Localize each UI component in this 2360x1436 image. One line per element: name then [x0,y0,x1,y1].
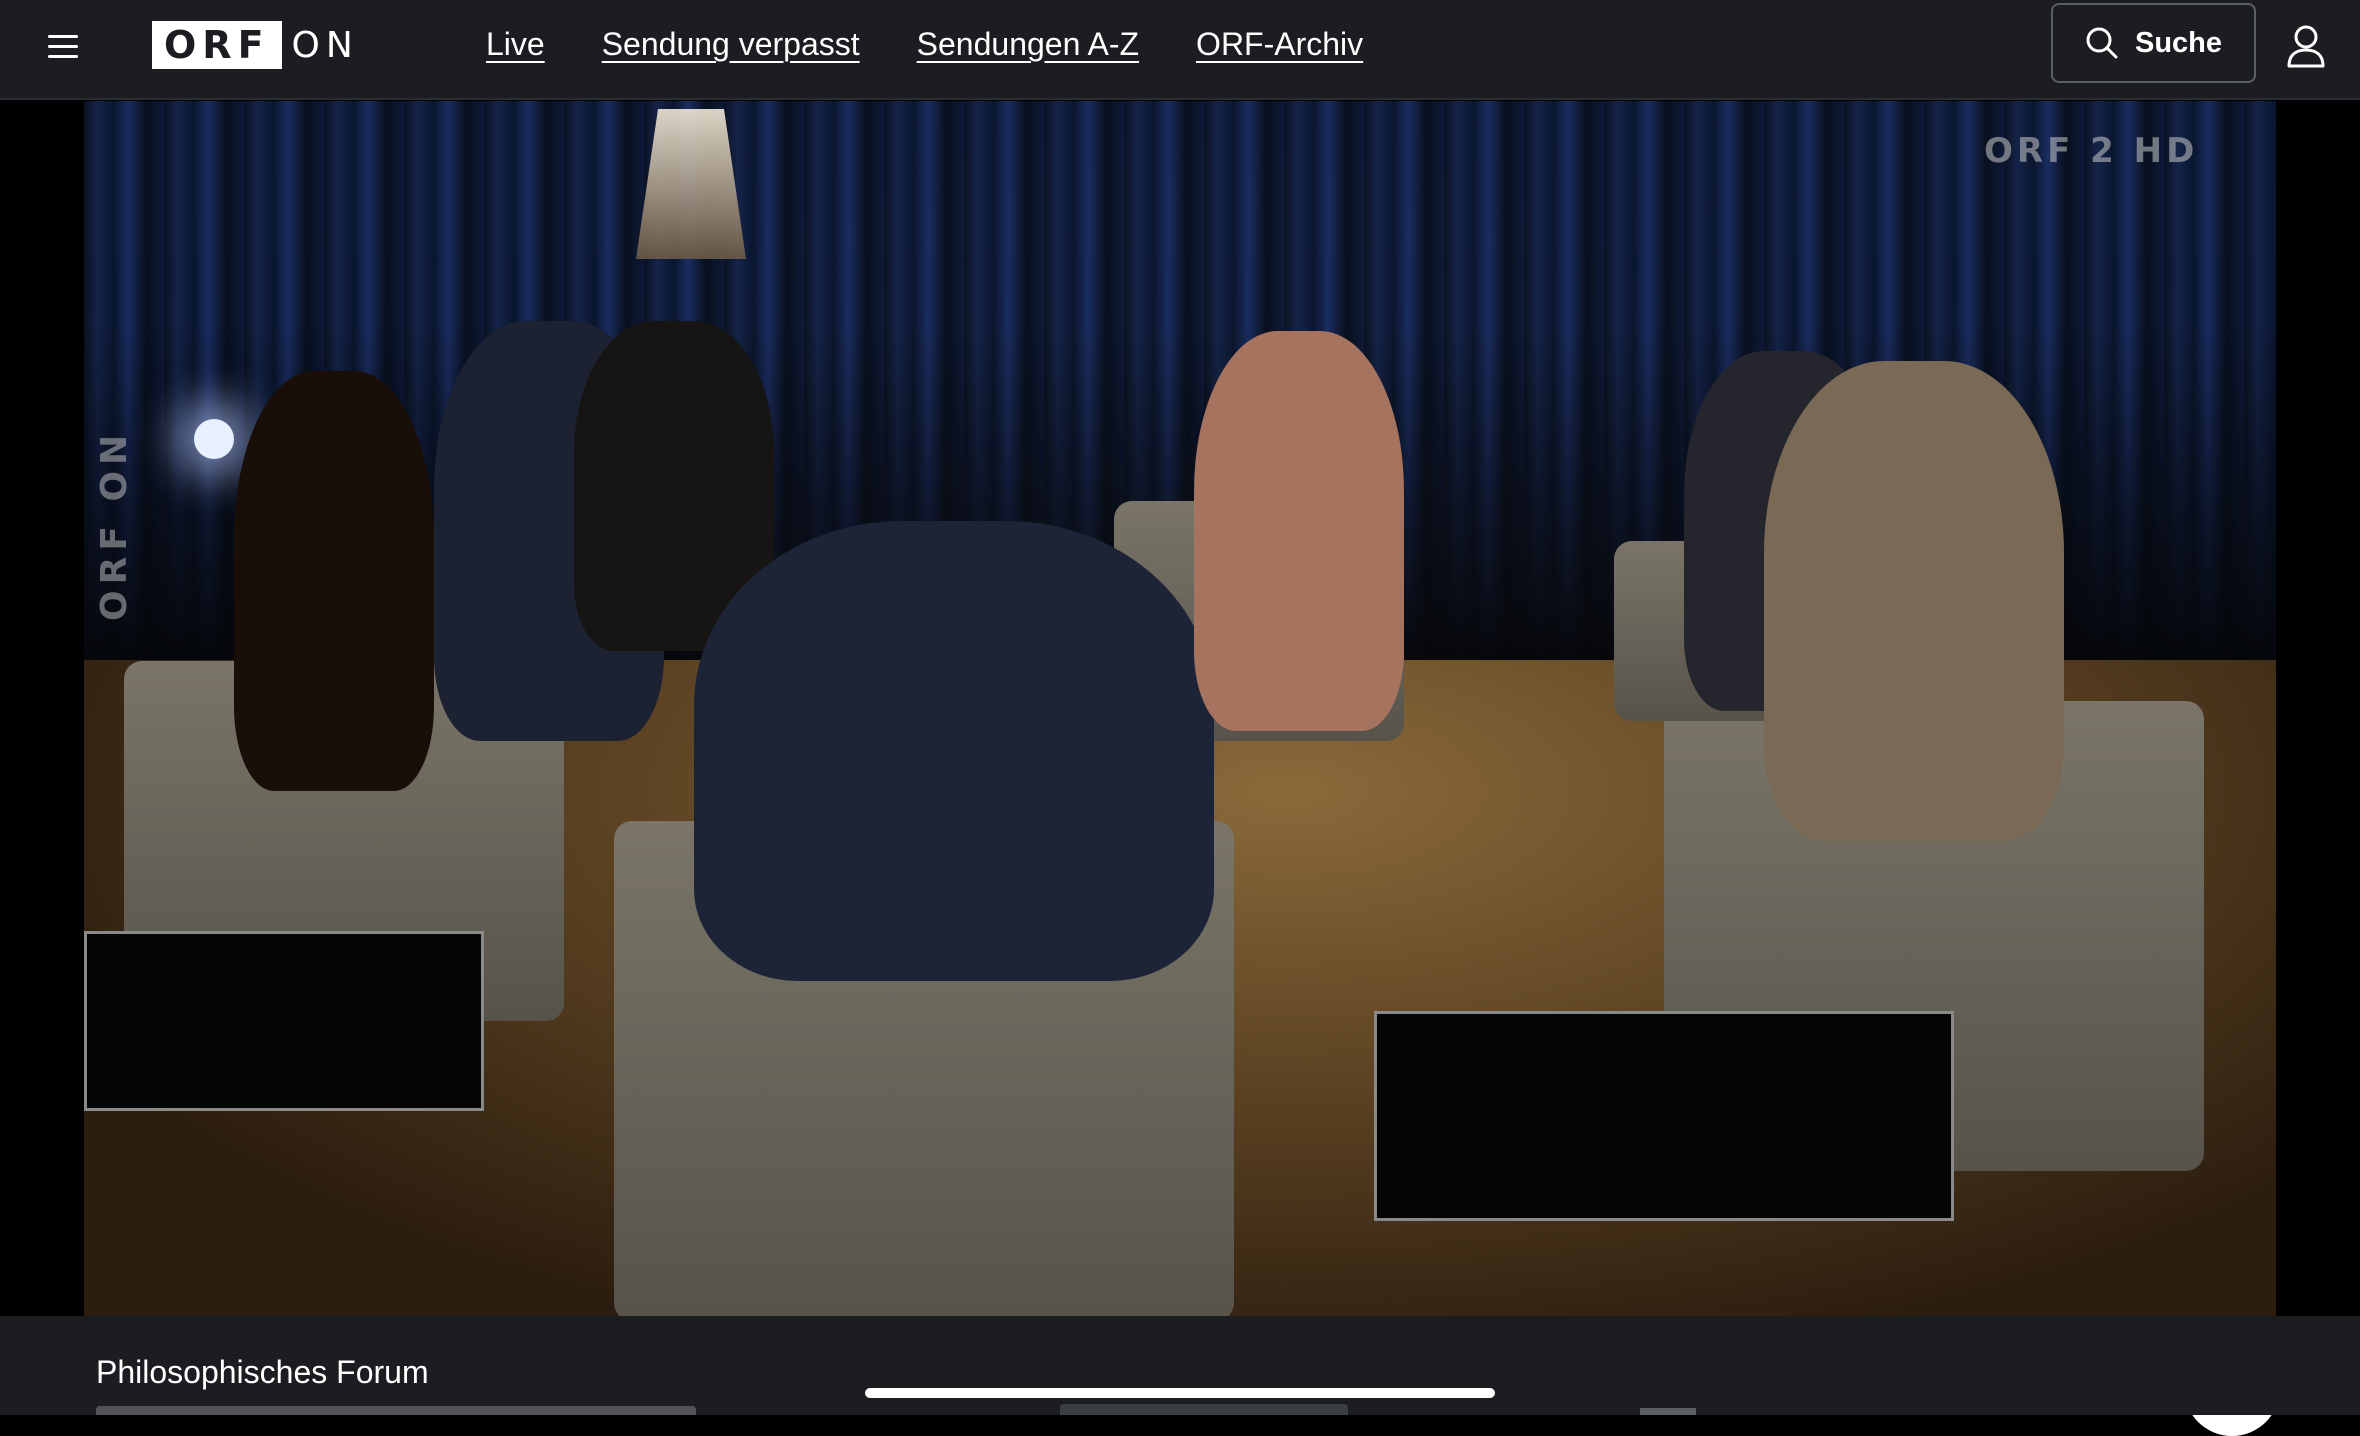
nav-orf-archiv[interactable]: ORF-Archiv [1196,22,1363,66]
video-frame[interactable]: ORF 2 HD ORF ON [84,101,2276,1316]
main-nav: Live Sendung verpasst Sendungen A-Z ORF-… [486,22,1363,66]
nav-sendungen-a-z[interactable]: Sendungen A-Z [917,22,1139,66]
nav-sendung-verpasst[interactable]: Sendung verpasst [602,22,860,66]
orf-on-watermark: ORF ON [94,428,135,621]
search-icon [2086,27,2118,59]
hamburger-menu-icon[interactable] [48,30,80,62]
video-player[interactable]: ORF 2 HD ORF ON [0,101,2360,1436]
coffee-table [84,931,484,1111]
panelist [694,521,1214,981]
tab-peek[interactable] [1060,1404,1348,1415]
subtitle-text-peek [96,1406,696,1415]
logo-on-text: ON [291,24,359,66]
tab-peek[interactable] [1640,1408,1696,1415]
moderator [1194,331,1404,731]
search-label: Suche [2134,26,2223,59]
show-info-bar: Philosophisches Forum [0,1316,2360,1415]
search-button[interactable]: Suche [2051,3,2256,83]
top-navigation-bar: ORF ON Live Sendung verpasst Sendungen A… [0,0,2360,100]
channel-watermark: ORF 2 HD [1984,131,2199,171]
stage-spotlight [194,419,234,459]
home-indicator[interactable] [865,1388,1495,1398]
orf-on-logo[interactable]: ORF ON [152,21,359,69]
user-icon [2287,25,2325,68]
panelist [1764,361,2064,841]
nav-live[interactable]: Live [486,22,545,66]
logo-orf-box: ORF [152,21,282,69]
user-account-button[interactable] [2286,24,2326,68]
coffee-table [1374,1011,1954,1221]
panelist [234,371,434,791]
show-title: Philosophisches Forum [96,1354,429,1390]
